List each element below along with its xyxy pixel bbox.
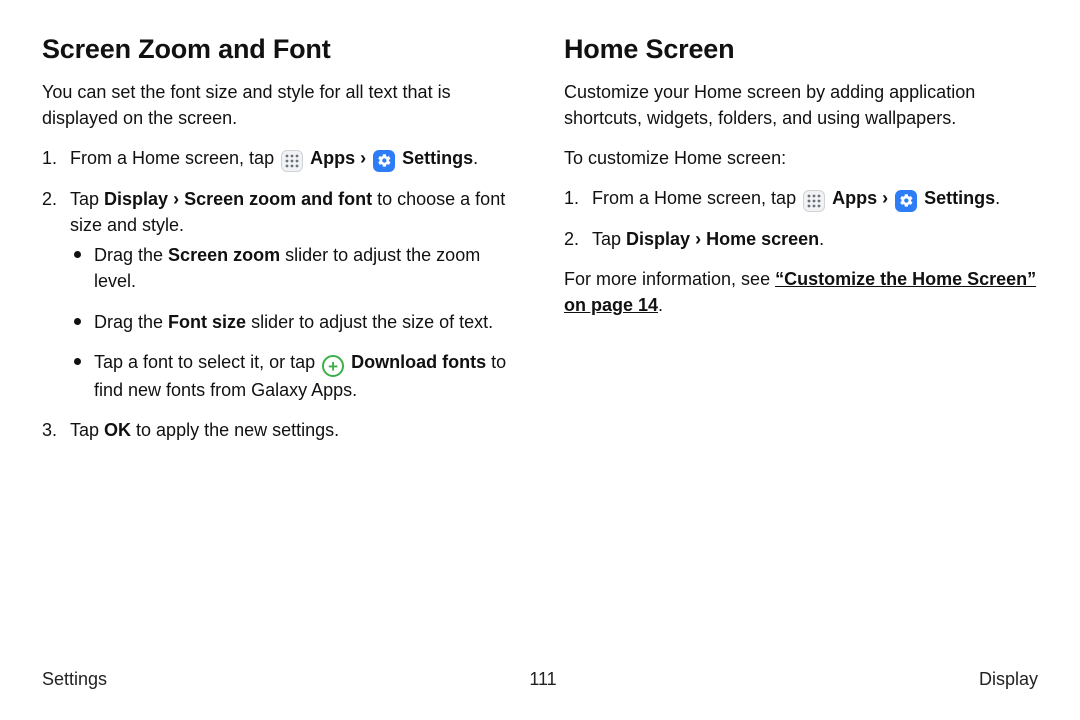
text: . (995, 188, 1000, 208)
footer-page-number: 111 (529, 669, 556, 690)
text: For more information, see (564, 269, 775, 289)
text-bold: Screen zoom and font (184, 189, 372, 209)
settings-icon (373, 150, 395, 172)
text: From a Home screen, tap (70, 148, 279, 168)
settings-label: Settings (402, 148, 473, 168)
left-sub-bullets: Drag the Screen zoom slider to adjust th… (70, 242, 516, 403)
apps-label: Apps (310, 148, 355, 168)
text: Drag the (94, 245, 168, 265)
text-bold: OK (104, 420, 131, 440)
right-step-2: Tap Display › Home screen. (564, 226, 1038, 252)
footer-right: Display (979, 669, 1038, 690)
plus-icon: + (322, 355, 344, 377)
left-step-3: Tap OK to apply the new settings. (42, 417, 516, 443)
left-intro: You can set the font size and style for … (42, 79, 516, 131)
text-bold: Font size (168, 312, 246, 332)
right-lead: To customize Home screen: (564, 145, 1038, 171)
text: slider to adjust the size of text. (246, 312, 493, 332)
bullet-item: Drag the Screen zoom slider to adjust th… (70, 242, 516, 294)
right-more-info: For more information, see “Customize the… (564, 266, 1038, 318)
text: to apply the new settings. (131, 420, 339, 440)
text: Tap (70, 189, 104, 209)
settings-icon (895, 190, 917, 212)
apps-icon (803, 190, 825, 212)
text: Tap (70, 420, 104, 440)
settings-label: Settings (924, 188, 995, 208)
left-column: Screen Zoom and Font You can set the fon… (42, 34, 516, 457)
right-heading: Home Screen (564, 34, 1038, 65)
right-column: Home Screen Customize your Home screen b… (564, 34, 1038, 457)
text: Tap (592, 229, 626, 249)
manual-page: Screen Zoom and Font You can set the fon… (0, 0, 1080, 720)
text-bold: Display (104, 189, 168, 209)
text: From a Home screen, tap (592, 188, 801, 208)
text-bold: Screen zoom (168, 245, 280, 265)
page-footer: Settings 111 Display (42, 663, 1038, 700)
left-steps: From a Home screen, tap Apps › Settings.… (42, 145, 516, 443)
apps-label: Apps (832, 188, 877, 208)
text: . (819, 229, 824, 249)
right-step-1: From a Home screen, tap Apps › Settings. (564, 185, 1038, 212)
text: Drag the (94, 312, 168, 332)
bullet-item: Tap a font to select it, or tap + Downlo… (70, 349, 516, 404)
chevron-icon: › (173, 189, 179, 209)
text-bold: Home screen (706, 229, 819, 249)
chevron-icon: › (882, 188, 888, 208)
left-step-2: Tap Display › Screen zoom and font to ch… (42, 186, 516, 403)
right-steps: From a Home screen, tap Apps › Settings.… (564, 185, 1038, 252)
apps-icon (281, 150, 303, 172)
text: . (473, 148, 478, 168)
left-step-1: From a Home screen, tap Apps › Settings. (42, 145, 516, 172)
text: . (658, 295, 663, 315)
left-heading: Screen Zoom and Font (42, 34, 516, 65)
right-intro: Customize your Home screen by adding app… (564, 79, 1038, 131)
chevron-icon: › (695, 229, 701, 249)
bullet-item: Drag the Font size slider to adjust the … (70, 309, 516, 335)
text: Tap a font to select it, or tap (94, 352, 320, 372)
text-bold: Download fonts (351, 352, 486, 372)
chevron-icon: › (360, 148, 366, 168)
footer-left: Settings (42, 669, 107, 690)
text-bold: Display (626, 229, 690, 249)
two-column-layout: Screen Zoom and Font You can set the fon… (42, 34, 1038, 457)
